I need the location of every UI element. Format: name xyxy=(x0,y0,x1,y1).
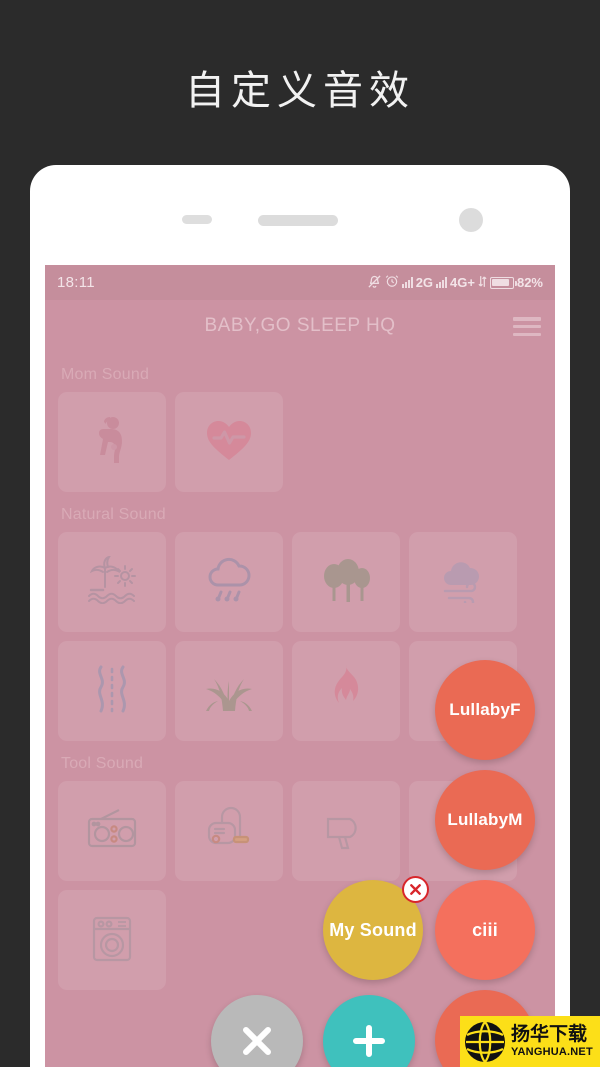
sound-tile-stream[interactable] xyxy=(58,641,166,741)
wind-cloud-icon xyxy=(437,557,489,608)
sound-tile-heartbeat[interactable] xyxy=(175,392,283,492)
watermark-en: YANGHUA.NET xyxy=(511,1046,593,1058)
watermark-text: 扬华下载 YANGHUA.NET xyxy=(511,1025,593,1058)
delete-sound-button[interactable] xyxy=(402,876,429,903)
sound-bubble-label: My Sound xyxy=(329,919,417,940)
mute-icon xyxy=(367,274,382,292)
sound-bubble-label: LullabyM xyxy=(447,810,523,829)
sound-bubble-label: LullabyF xyxy=(449,700,521,719)
alarm-icon xyxy=(385,274,399,291)
heartbeat-heart-icon xyxy=(205,418,253,467)
sound-bubble-label: ciii xyxy=(472,919,498,940)
front-camera-icon xyxy=(459,208,483,232)
sound-tile-grass[interactable] xyxy=(175,641,283,741)
signal-bars-icon xyxy=(401,277,413,288)
proximity-sensor-icon xyxy=(182,215,212,224)
close-x-icon xyxy=(243,1027,271,1055)
sound-tile-fire[interactable] xyxy=(292,641,400,741)
section-label-mom-sound: Mom Sound xyxy=(61,366,150,383)
data-transfer-icon xyxy=(478,275,487,291)
signal-bars-icon xyxy=(436,277,448,288)
watermark: 扬华下载 YANGHUA.NET xyxy=(460,1016,600,1067)
app-screen: 18:11 2G 4G+ 82% BABY,GO SLEEP HQ Mom So… xyxy=(45,265,555,1067)
watermark-cn: 扬华下载 xyxy=(511,1024,588,1045)
tile-grid-mom-sound xyxy=(58,392,542,492)
sound-bubble-ciii[interactable]: ciii xyxy=(435,880,535,980)
battery-percent: 82% xyxy=(516,275,543,290)
sound-bubble-my-sound[interactable]: My Sound xyxy=(323,876,429,980)
network-type-1: 2G xyxy=(415,275,434,290)
sound-tile-hairdryer[interactable] xyxy=(292,781,400,881)
status-bar: 18:11 2G 4G+ 82% xyxy=(45,265,555,300)
sound-tile-vacuum[interactable] xyxy=(175,781,283,881)
sound-bubble-lullabyf[interactable]: LullabyF xyxy=(435,660,535,760)
section-label-natural-sound: Natural Sound xyxy=(61,506,166,523)
fire-flame-icon xyxy=(326,664,366,719)
vacuum-cleaner-icon xyxy=(204,805,254,858)
sound-tile-radio[interactable] xyxy=(58,781,166,881)
stream-river-icon xyxy=(89,664,135,719)
close-x-icon xyxy=(410,884,421,895)
page-title: 自定义音效 xyxy=(185,69,415,113)
app-bar: BABY,GO SLEEP HQ xyxy=(45,300,555,352)
sound-tile-forest[interactable] xyxy=(292,532,400,632)
rain-cloud-icon xyxy=(204,556,254,609)
sound-tile-pregnant-woman[interactable] xyxy=(58,392,166,492)
network-type-2: 4G+ xyxy=(450,275,475,290)
close-overlay-button[interactable] xyxy=(211,995,303,1067)
sound-tile-rain[interactable] xyxy=(175,532,283,632)
washing-machine-icon xyxy=(89,914,135,967)
battery-icon xyxy=(489,276,517,289)
sound-tile-beach[interactable] xyxy=(58,532,166,632)
grass-plant-icon xyxy=(202,665,256,718)
app-title: BABY,GO SLEEP HQ xyxy=(204,315,396,336)
plus-icon xyxy=(353,1025,385,1057)
earpiece-speaker-icon xyxy=(258,215,338,226)
hairdryer-icon xyxy=(323,807,369,856)
trees-icon xyxy=(320,556,372,609)
sound-tile-wind[interactable] xyxy=(409,532,517,632)
phone-top-bezel xyxy=(30,165,570,265)
beach-palm-icon xyxy=(85,554,139,609)
yanghua-globe-icon xyxy=(465,1020,505,1063)
phone-mockup: 18:11 2G 4G+ 82% BABY,GO SLEEP HQ Mom So… xyxy=(30,165,570,1067)
radio-icon xyxy=(85,807,139,856)
hamburger-menu-icon[interactable] xyxy=(513,317,541,336)
status-time: 18:11 xyxy=(57,274,95,291)
status-icons: 2G 4G+ 82% xyxy=(367,274,543,292)
pregnant-woman-icon xyxy=(91,415,133,470)
sound-tile-washing-machine[interactable] xyxy=(58,890,166,990)
add-sound-button[interactable] xyxy=(323,995,415,1067)
sound-bubble-lullabym[interactable]: LullabyM xyxy=(435,770,535,870)
